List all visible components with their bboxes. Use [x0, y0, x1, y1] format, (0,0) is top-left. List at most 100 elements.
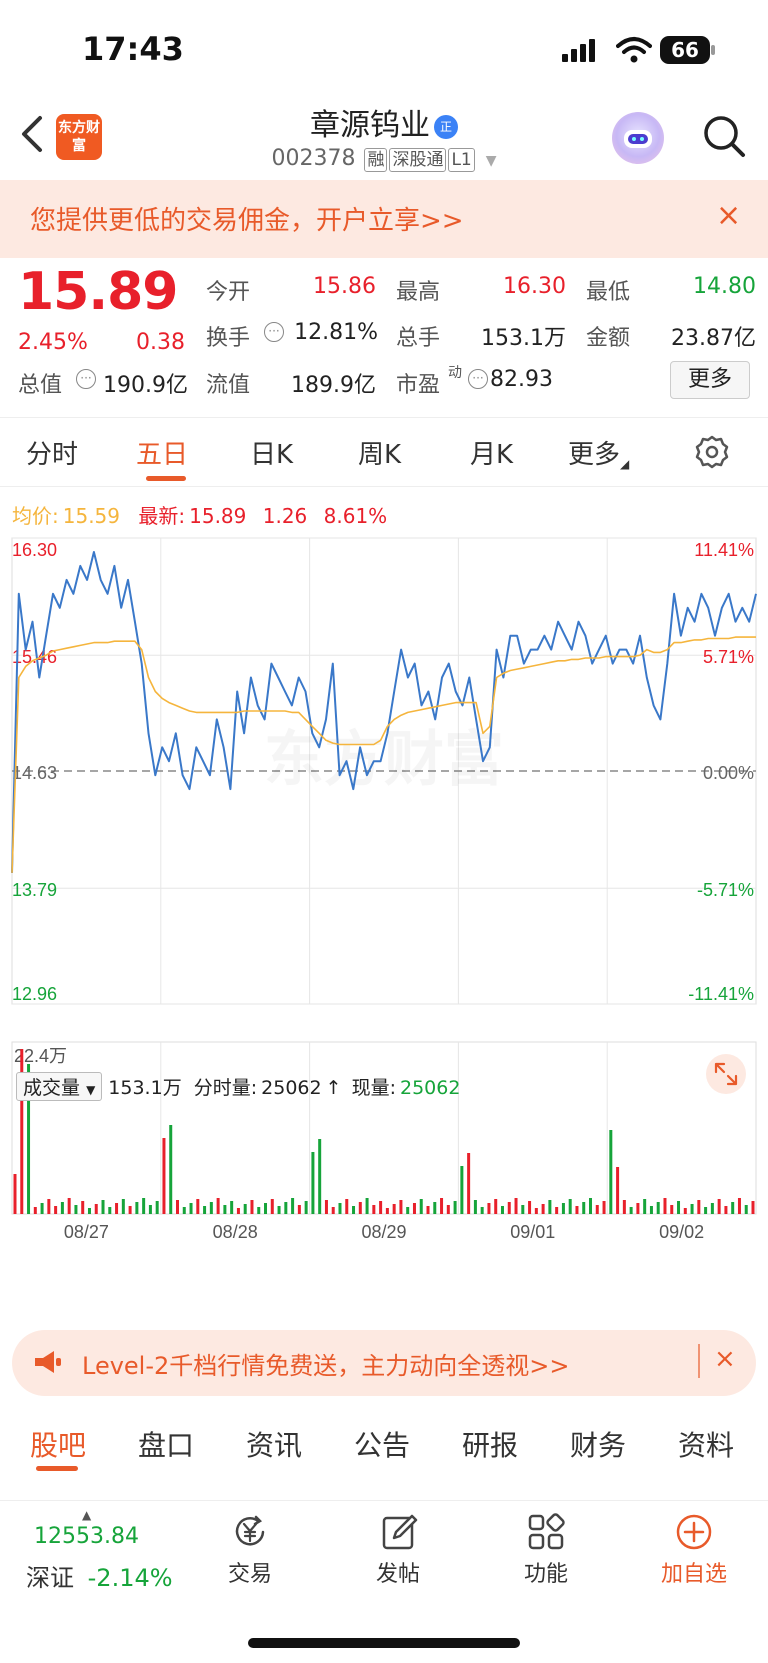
add-watchlist-icon[interactable] — [674, 1512, 714, 1552]
volume-bar — [121, 1199, 125, 1214]
tab-announcements[interactable]: 公告 — [354, 1424, 410, 1464]
volume-bar — [731, 1202, 735, 1214]
volume-bar — [304, 1201, 308, 1214]
info-icon[interactable]: ··· — [468, 369, 488, 389]
volume-bar — [487, 1203, 491, 1214]
volume-bar — [196, 1199, 200, 1214]
five-day-chart[interactable]: 16.30 11.41% 15.46 5.71% 14.63 0.00% 13.79 -5.7… — [0, 530, 768, 1310]
period-volume-value: 25062 — [261, 1077, 322, 1099]
volume-bar — [142, 1198, 146, 1214]
volume-bar — [223, 1205, 227, 1214]
volume-bar — [87, 1208, 91, 1214]
tab-more[interactable]: 更多◢ — [568, 434, 629, 471]
info-icon[interactable]: ··· — [264, 322, 284, 342]
tab-profile[interactable]: 资料 — [678, 1424, 734, 1464]
volume-bar — [677, 1201, 681, 1214]
volume-bar — [602, 1201, 606, 1214]
volume-bar — [717, 1199, 721, 1214]
turnover-value: 12.81% — [294, 320, 378, 345]
latest-change: 1.26 — [262, 504, 308, 528]
tab-weekly-k[interactable]: 周K — [358, 434, 401, 471]
volume-bar — [629, 1207, 633, 1214]
trade-yen-icon[interactable] — [230, 1512, 270, 1552]
y-tick-label: 12.96 — [12, 984, 57, 1004]
volume-bar — [94, 1204, 98, 1214]
volume-bar — [318, 1139, 322, 1214]
dock-post[interactable]: 发帖 — [353, 1556, 443, 1588]
status-time: 17:43 — [82, 30, 184, 68]
tab-monthly-k[interactable]: 月K — [470, 434, 513, 471]
stock-name: 章源钨业 — [310, 108, 430, 143]
volume-bar — [148, 1205, 152, 1214]
amount-value: 23.87亿 — [671, 326, 756, 351]
divider — [698, 1344, 700, 1378]
tab-news[interactable]: 资讯 — [246, 1424, 302, 1464]
tab-forum[interactable]: 股吧 — [30, 1424, 86, 1464]
expand-icon[interactable] — [706, 1054, 746, 1094]
assistant-robot-icon[interactable] — [612, 112, 664, 164]
volume-bar — [419, 1199, 423, 1214]
volume-bar — [216, 1198, 220, 1214]
promo-text[interactable]: 您提供更低的交易佣金，开户立享>> — [30, 200, 464, 237]
volume-bar — [710, 1203, 714, 1214]
dock-functions[interactable]: 功能 — [501, 1556, 591, 1588]
cellular-signal-icon — [562, 39, 595, 62]
volume-bar — [663, 1198, 667, 1214]
tab-intraday[interactable]: 分时 — [26, 434, 78, 471]
high-label: 最高 — [396, 280, 441, 305]
expand-up-icon[interactable]: ▲ — [82, 1508, 91, 1522]
dropdown-caret-icon[interactable]: ▼ — [486, 153, 497, 169]
volume-bar — [480, 1207, 484, 1214]
index-name[interactable]: 深证 -2.14% — [26, 1558, 173, 1593]
functions-grid-icon[interactable] — [526, 1512, 566, 1552]
volume-bar — [162, 1138, 166, 1214]
y-tick-label: 14.63 — [12, 763, 57, 783]
pct-tick-label: -11.41% — [688, 984, 754, 1004]
volume-bar — [189, 1203, 193, 1214]
volume-pane-frame — [11, 1041, 757, 1215]
x-date-label: 09/01 — [510, 1222, 555, 1242]
volume-bar — [13, 1174, 17, 1214]
volume-bar — [169, 1125, 173, 1214]
gear-icon[interactable] — [694, 434, 730, 470]
tab-order-book[interactable]: 盘口 — [138, 1424, 194, 1464]
dock-trade[interactable]: 交易 — [205, 1556, 295, 1588]
volume-bar — [372, 1205, 376, 1214]
close-icon[interactable]: × — [716, 200, 741, 232]
volume-label: 总手 — [396, 326, 441, 351]
wifi-icon — [616, 37, 652, 63]
volume-bar — [291, 1198, 295, 1214]
avg-price-label: 均价: — [12, 504, 59, 528]
more-button[interactable]: 更多 — [670, 361, 750, 399]
volume-value: 153.1万 — [481, 326, 566, 351]
pct-tick-label: -5.71% — [697, 880, 754, 900]
edit-post-icon[interactable] — [380, 1512, 420, 1552]
pct-tick-label: 5.71% — [703, 647, 754, 667]
open-label: 今开 — [206, 280, 251, 305]
volume-bar — [697, 1200, 701, 1214]
volume-select-label: 成交量 — [23, 1077, 81, 1099]
close-icon[interactable]: × — [714, 1344, 736, 1374]
open-value: 15.86 — [313, 274, 376, 299]
tab-financials[interactable]: 财务 — [570, 1424, 626, 1464]
amount-label: 金额 — [586, 326, 631, 351]
positive-badge-icon: 正 — [434, 114, 458, 139]
volume-indicator-select[interactable]: 成交量 ▼ — [16, 1072, 103, 1101]
current-volume-value: 25062 — [399, 1077, 461, 1099]
volume-bar — [324, 1200, 328, 1214]
volume-bar — [338, 1203, 342, 1214]
status-bar: 17:43 66 — [0, 0, 768, 100]
search-icon[interactable] — [700, 112, 748, 160]
volume-bar — [440, 1198, 444, 1214]
index-value[interactable]: 12553.84 — [34, 1524, 139, 1549]
dock-add-watchlist[interactable]: 加自选 — [649, 1556, 739, 1588]
level2-text[interactable]: Level-2千档行情免费送，主力动向全透视>> — [82, 1346, 570, 1381]
y-tick-label: 15.46 — [12, 647, 57, 667]
tab-daily-k[interactable]: 日K — [250, 434, 293, 471]
pct-tick-label: 11.41% — [694, 540, 754, 560]
tab-five-day[interactable]: 五日 — [136, 434, 188, 471]
volume-bar — [521, 1205, 525, 1214]
volume-bar — [33, 1207, 37, 1214]
info-icon[interactable]: ··· — [76, 369, 96, 389]
tab-research[interactable]: 研报 — [462, 1424, 518, 1464]
